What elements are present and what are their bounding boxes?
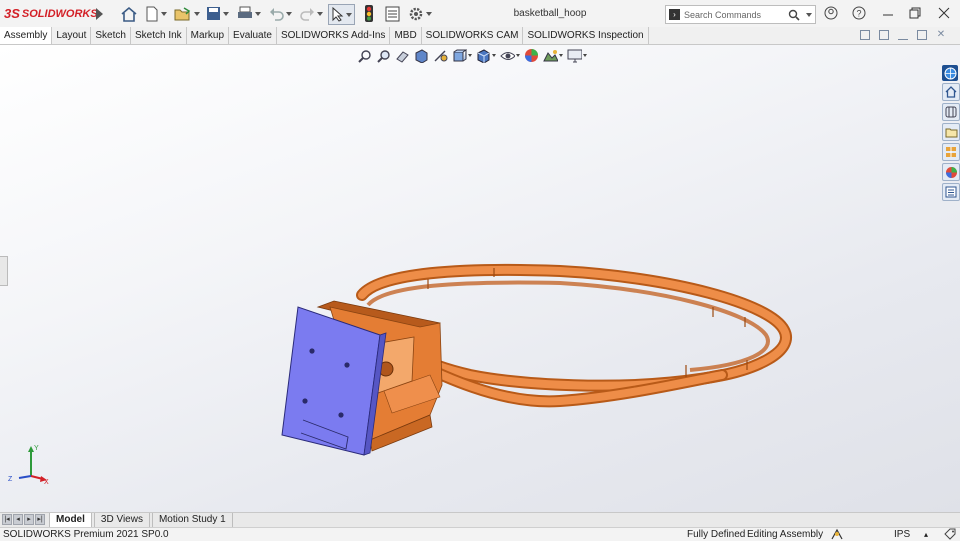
redo-button[interactable] bbox=[300, 4, 323, 23]
select-button[interactable] bbox=[328, 4, 355, 25]
unit-system[interactable]: IPS bbox=[894, 528, 910, 541]
logo-mark: 3S bbox=[4, 6, 20, 21]
minimize-icon bbox=[883, 14, 893, 16]
status-bar: SOLIDWORKS Premium 2021 SP0.0 Fully Defi… bbox=[0, 527, 960, 541]
rebuild-status-icon bbox=[831, 528, 843, 540]
save-icon bbox=[207, 7, 220, 20]
rebuild-status[interactable] bbox=[830, 528, 844, 545]
tab-scroll-arrows: |◂ ◂ ▸ ▸| bbox=[0, 513, 49, 527]
home-icon bbox=[121, 6, 137, 22]
folder-open-icon bbox=[174, 6, 191, 20]
tab-sketch-ink[interactable]: Sketch Ink bbox=[131, 27, 187, 44]
close-icon bbox=[938, 7, 950, 19]
restore-button[interactable] bbox=[905, 4, 925, 22]
last-tab-icon[interactable]: ▸| bbox=[35, 514, 45, 525]
chevron-down-icon bbox=[161, 11, 167, 16]
close-button[interactable] bbox=[934, 4, 954, 22]
user-account-button[interactable] bbox=[821, 4, 841, 22]
definition-status: Fully Defined bbox=[687, 529, 746, 540]
first-tab-icon[interactable]: |◂ bbox=[2, 514, 12, 525]
chevron-down-icon bbox=[426, 11, 432, 16]
document-title: basketball_hoop bbox=[513, 8, 587, 19]
chevron-down-icon bbox=[286, 11, 292, 16]
version-label: SOLIDWORKS Premium 2021 SP0.0 bbox=[3, 529, 169, 540]
file-properties-button[interactable] bbox=[385, 4, 400, 23]
chevron-down-icon[interactable] bbox=[806, 12, 812, 17]
save-button[interactable] bbox=[206, 4, 229, 23]
model-view-tabs: |◂ ◂ ▸ ▸| Model 3D Views Motion Study 1 bbox=[0, 512, 960, 527]
split-window-icon[interactable] bbox=[879, 30, 889, 40]
options-button[interactable] bbox=[408, 4, 432, 23]
svg-text:?: ? bbox=[856, 9, 861, 19]
tab-motion-study-1[interactable]: Motion Study 1 bbox=[151, 513, 233, 527]
graphics-area[interactable]: Y X Z bbox=[0, 45, 960, 512]
undo-icon bbox=[270, 7, 284, 21]
chevron-down-icon bbox=[255, 11, 261, 16]
command-manager-tabs: Assembly Layout Sketch Sketch Ink Markup… bbox=[0, 27, 960, 45]
chevron-down-icon bbox=[317, 11, 323, 16]
command-prompt-icon: › bbox=[669, 9, 680, 20]
doc-close-icon[interactable]: ✕ bbox=[936, 30, 946, 40]
next-tab-icon[interactable]: ▸ bbox=[24, 514, 34, 525]
tab-solidworks-inspection[interactable]: SOLIDWORKS Inspection bbox=[523, 27, 649, 44]
rebuild-button[interactable] bbox=[364, 4, 374, 23]
triad-z-label: Z bbox=[8, 476, 13, 483]
document-window-controls: ✕ bbox=[860, 30, 946, 40]
print-icon bbox=[238, 6, 252, 18]
logo-text: SOLIDWORKS bbox=[21, 7, 98, 20]
tab-layout[interactable]: Layout bbox=[52, 27, 92, 44]
doc-minimize-icon[interactable] bbox=[898, 30, 908, 40]
redo-icon bbox=[300, 7, 314, 21]
editing-mode-status: Editing Assembly bbox=[747, 529, 824, 540]
tab-model[interactable]: Model bbox=[49, 513, 92, 527]
prev-tab-icon[interactable]: ◂ bbox=[13, 514, 23, 525]
units-dropdown-caret[interactable]: ▴ bbox=[924, 528, 928, 541]
chevron-down-icon bbox=[346, 12, 352, 17]
help-button[interactable]: ? bbox=[849, 4, 869, 22]
triad-y-label: Y bbox=[34, 445, 39, 452]
new-document-icon bbox=[146, 6, 158, 21]
tab-solidworks-cam[interactable]: SOLIDWORKS CAM bbox=[422, 27, 524, 44]
user-icon bbox=[824, 6, 838, 20]
open-document-button[interactable] bbox=[174, 4, 200, 23]
chevron-down-icon bbox=[194, 11, 200, 16]
restore-icon bbox=[909, 7, 921, 19]
reference-triad: Y X Z bbox=[8, 445, 49, 484]
tab-evaluate[interactable]: Evaluate bbox=[229, 27, 277, 44]
new-document-button[interactable] bbox=[145, 4, 167, 23]
minimize-button[interactable] bbox=[878, 4, 898, 22]
file-properties-icon bbox=[385, 6, 400, 21]
triad-x-label: X bbox=[44, 479, 49, 484]
tab-markup[interactable]: Markup bbox=[187, 27, 230, 44]
title-bar: 3S SOLIDWORKS basketball_hoop › Search C… bbox=[0, 0, 960, 28]
tab-assembly[interactable]: Assembly bbox=[0, 27, 53, 44]
model-basketball-hoop[interactable] bbox=[0, 45, 960, 512]
home-button[interactable] bbox=[120, 4, 138, 23]
chevron-down-icon bbox=[223, 11, 229, 16]
doc-restore-icon[interactable] bbox=[917, 30, 927, 40]
tab-mbd[interactable]: MBD bbox=[390, 27, 422, 44]
solidworks-logo[interactable]: 3S SOLIDWORKS bbox=[4, 6, 98, 21]
tile-window-icon[interactable] bbox=[860, 30, 870, 40]
menu-expand-arrow-icon[interactable] bbox=[96, 8, 103, 20]
undo-button[interactable] bbox=[269, 4, 292, 23]
customize-status-bar[interactable] bbox=[943, 528, 957, 545]
search-commands[interactable]: › Search Commands bbox=[665, 5, 816, 24]
help-icon: ? bbox=[852, 6, 866, 20]
tab-3d-views[interactable]: 3D Views bbox=[93, 513, 150, 527]
cursor-arrow-icon bbox=[332, 7, 344, 22]
gear-icon bbox=[409, 7, 423, 20]
print-button[interactable] bbox=[237, 4, 261, 23]
search-icon[interactable] bbox=[788, 9, 800, 21]
search-input[interactable]: Search Commands bbox=[684, 10, 788, 20]
tab-solidworks-add-ins[interactable]: SOLIDWORKS Add-Ins bbox=[277, 27, 391, 44]
tag-icon bbox=[944, 528, 956, 540]
traffic-light-icon bbox=[365, 5, 373, 22]
tab-sketch[interactable]: Sketch bbox=[91, 27, 131, 44]
